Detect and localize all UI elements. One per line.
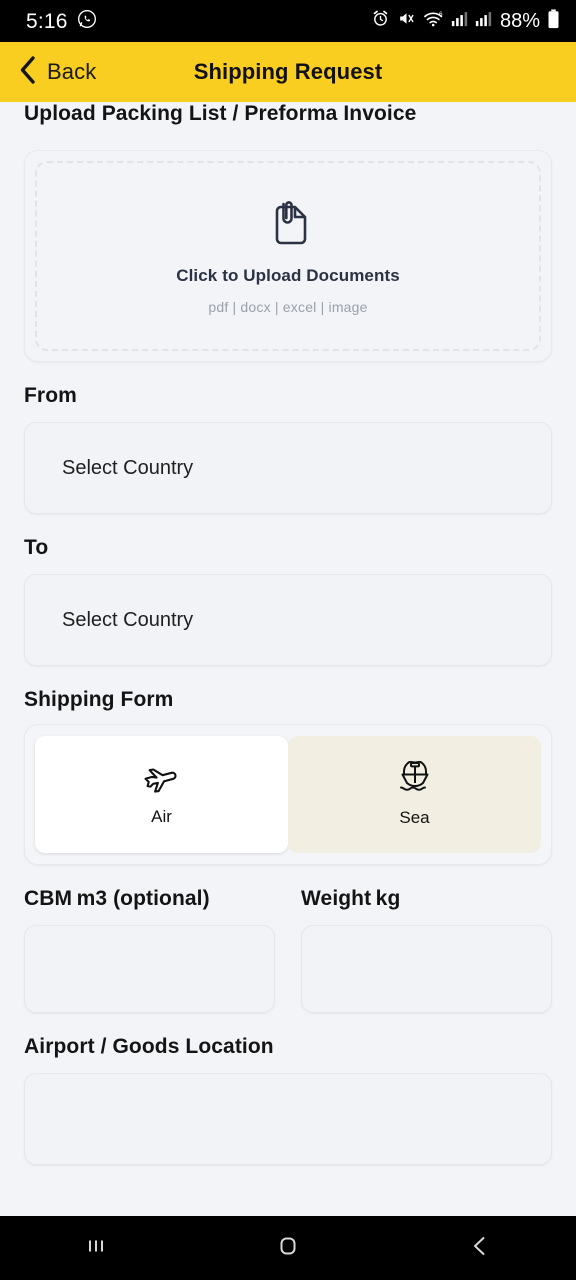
nav-home-button[interactable] xyxy=(228,1216,348,1280)
airport-location-section: Airport / Goods Location xyxy=(24,1035,552,1165)
weight-label: Weight xyxy=(301,887,372,910)
wifi-6-icon: 6 xyxy=(423,9,444,33)
from-label: From xyxy=(24,384,77,407)
upload-card: Click to Upload Documents pdf | docx | e… xyxy=(24,150,552,362)
cbm-label: CBM xyxy=(24,887,73,910)
ship-icon xyxy=(397,759,433,799)
status-bar-right: 6 88% xyxy=(371,8,560,34)
from-country-select[interactable]: Select Country xyxy=(24,422,552,514)
from-section: From Select Country xyxy=(24,384,552,514)
chevron-left-icon xyxy=(18,55,38,90)
airport-location-input[interactable] xyxy=(24,1073,552,1165)
weight-unit: kg xyxy=(375,887,401,910)
upload-dropzone[interactable]: Click to Upload Documents pdf | docx | e… xyxy=(35,161,541,351)
shipping-mode-sea[interactable]: Sea xyxy=(288,736,541,853)
status-bar-left: 5:16 xyxy=(26,9,97,34)
recents-icon xyxy=(83,1233,109,1264)
status-bar: 5:16 6 88% xyxy=(0,0,576,42)
to-country-select[interactable]: Select Country xyxy=(24,574,552,666)
alarm-clock-icon xyxy=(371,9,390,33)
nav-recents-button[interactable] xyxy=(36,1216,156,1280)
cbm-section: CBM m3 (optional) xyxy=(24,887,275,1013)
volume-muted-icon xyxy=(397,9,416,33)
to-country-placeholder: Select Country xyxy=(62,608,194,631)
android-nav-bar xyxy=(0,1216,576,1280)
form-content: Upload Packing List / Preforma Invoice C… xyxy=(0,102,576,1280)
shipping-mode-air-label: Air xyxy=(151,807,172,826)
cbm-weight-row: CBM m3 (optional) Weight kg xyxy=(24,887,552,1013)
weight-section: Weight kg xyxy=(301,887,552,1013)
cellular-signal-icon xyxy=(451,10,468,32)
to-section: To Select Country xyxy=(24,536,552,666)
home-icon xyxy=(275,1233,301,1264)
whatsapp-icon xyxy=(77,9,97,34)
svg-text:6: 6 xyxy=(439,11,443,18)
phone-screen: 5:16 6 88% Back Shipping Request Upload … xyxy=(0,0,576,1280)
app-header: Back Shipping Request xyxy=(0,42,576,102)
airplane-icon xyxy=(142,762,182,798)
shipping-form-section: Shipping Form Air Sea xyxy=(24,688,552,865)
cellular-signal-icon xyxy=(475,10,492,32)
weight-input[interactable] xyxy=(301,925,552,1013)
back-button[interactable]: Back xyxy=(18,55,96,90)
status-time: 5:16 xyxy=(26,9,68,33)
upload-section-label: Upload Packing List / Preforma Invoice xyxy=(24,102,417,125)
upload-accepted-types: pdf | docx | excel | image xyxy=(208,299,368,315)
battery-percent: 88% xyxy=(499,10,540,32)
shipping-form-label: Shipping Form xyxy=(24,688,174,711)
cbm-unit: m3 (optional) xyxy=(76,887,210,910)
from-country-placeholder: Select Country xyxy=(62,456,194,479)
back-label: Back xyxy=(47,59,97,84)
shipping-mode-toggle: Air Sea xyxy=(24,724,552,865)
battery-icon xyxy=(547,8,560,34)
cbm-input[interactable] xyxy=(24,925,275,1013)
nav-back-button[interactable] xyxy=(420,1216,540,1280)
upload-cta-text: Click to Upload Documents xyxy=(176,266,400,285)
back-chevron-icon xyxy=(467,1233,493,1264)
to-label: To xyxy=(24,536,49,559)
airport-location-label: Airport / Goods Location xyxy=(24,1035,274,1058)
document-attachment-icon xyxy=(265,197,311,252)
shipping-mode-air[interactable]: Air xyxy=(35,736,288,853)
upload-section: Upload Packing List / Preforma Invoice C… xyxy=(24,102,552,362)
shipping-mode-sea-label: Sea xyxy=(399,808,430,827)
